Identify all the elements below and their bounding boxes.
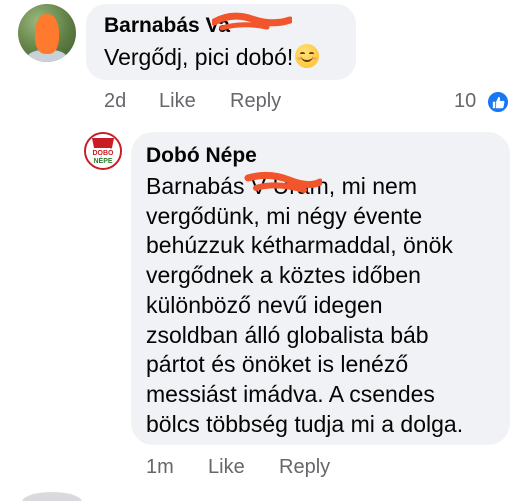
reply-timestamp[interactable]: 1m xyxy=(146,456,208,479)
reply-line: Barnabás V Uram, mi nem xyxy=(146,173,417,199)
comment-text: Vergődj, pici dobó! xyxy=(104,44,320,71)
reply-line: behúzzuk kétharmaddal, önök xyxy=(146,232,453,259)
reaction-count[interactable]: 10 xyxy=(454,90,476,113)
reply-line: különböző nevű idegen xyxy=(146,291,383,318)
next-comment-avatar xyxy=(22,492,82,501)
name-redaction-scribble xyxy=(212,12,292,31)
like-button[interactable]: Like xyxy=(208,456,279,479)
smiling-face-icon xyxy=(295,44,320,68)
reply-line: pártot és önöket is lenéző xyxy=(146,351,409,378)
comment-thread: Barnabás Va Vergődj, pici dobó! 2d Like … xyxy=(0,0,526,501)
reply-line: bölcs többség tudja mi a dolga. xyxy=(146,410,464,437)
like-button[interactable]: Like xyxy=(159,90,230,113)
reply-line: vergődünk, mi négy évente xyxy=(146,202,423,229)
reply-line: vergődnek a köztes időben xyxy=(146,262,421,289)
avatar[interactable] xyxy=(18,4,76,62)
svg-text:DOBÓ: DOBÓ xyxy=(93,148,115,157)
reply-actions: 1m Like Reply xyxy=(146,456,330,479)
page-avatar[interactable]: DOBÓ NÉPE xyxy=(84,132,122,170)
reply-text: Barnabás V Uram, mi nem vergődünk, mi né… xyxy=(146,172,502,439)
reply-line: messiást imádva. A csendes xyxy=(146,380,435,407)
svg-text:NÉPE: NÉPE xyxy=(93,156,112,165)
page-logo-icon: DOBÓ NÉPE xyxy=(86,134,120,168)
comment-text-body: Vergődj, pici dobó! xyxy=(104,44,294,70)
name-redaction-scribble xyxy=(244,171,322,193)
reply-button[interactable]: Reply xyxy=(279,456,330,479)
face-redaction xyxy=(35,14,59,54)
reply-button[interactable]: Reply xyxy=(230,90,281,113)
comment-timestamp[interactable]: 2d xyxy=(104,90,159,113)
thumbs-up-icon[interactable] xyxy=(486,90,510,114)
reply-line: zsoldban álló globalista báb xyxy=(146,321,429,348)
comment-actions: 2d Like Reply xyxy=(104,90,281,113)
reply-author[interactable]: Dobó Népe xyxy=(146,144,257,168)
